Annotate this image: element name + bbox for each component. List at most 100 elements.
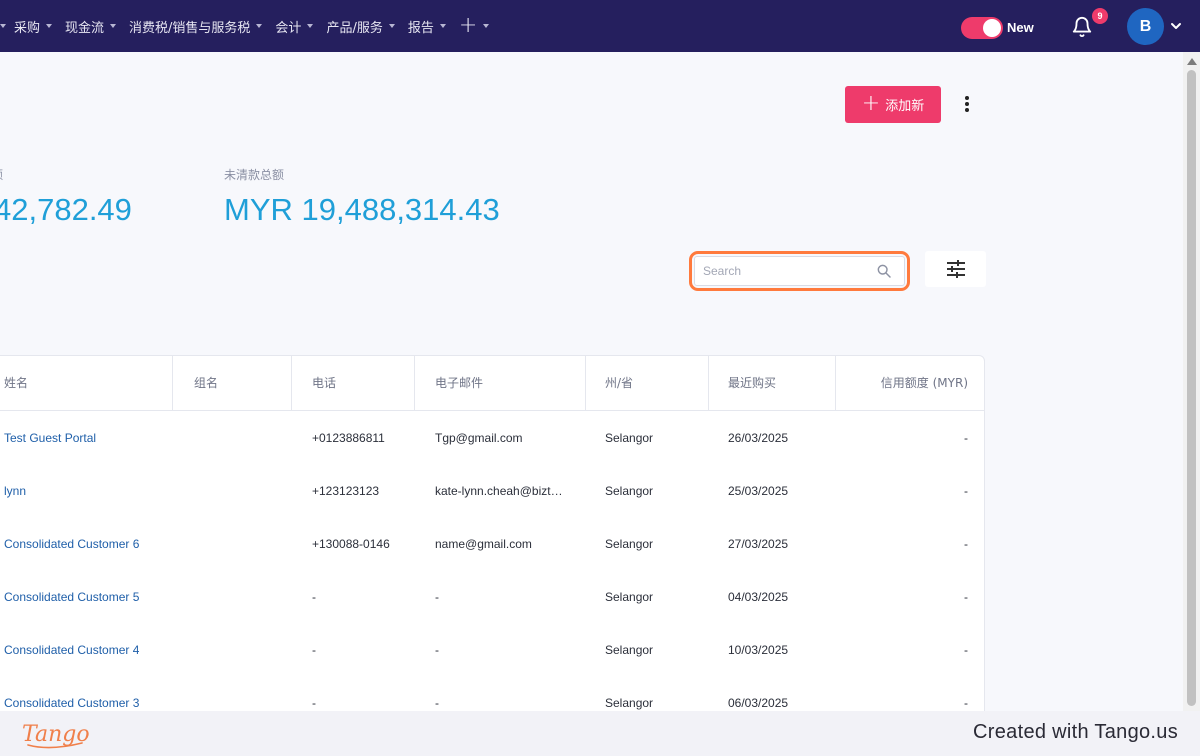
column-header-credit-limit[interactable]: 信用额度 (MYR) [851,356,968,411]
column-divider [708,356,709,411]
search-box[interactable] [694,256,905,286]
customer-name-link[interactable]: Consolidated Customer 6 [4,518,139,571]
nav-item-reports[interactable]: 报告 [402,0,453,52]
app-window: 采购 现金流 消费税/销售与服务税 会计 产品/服务 报告 + New 9 B … [0,0,1200,756]
nav-item-label: 会计 [275,20,302,36]
nav-item-label: 采购 [14,20,41,36]
phone-cell: +0123886811 [312,431,385,445]
search-icon[interactable] [876,263,892,279]
outstanding-total-amount: MYR 19,488,314.43 [224,192,500,227]
column-header-state[interactable]: 州/省 [605,356,633,411]
nav-item-label: 产品/服务 [326,20,383,36]
nav-item-label: 消费税/销售与服务税 [129,20,251,36]
sliders-icon [947,260,965,278]
outstanding-total-label: 未清款总额 [224,168,285,182]
state-cell: Selangor [605,537,654,551]
more-options-icon[interactable] [958,94,976,116]
email-cell: - [435,590,439,604]
chevron-down-icon[interactable] [0,24,6,28]
add-new-button[interactable]: + 添加新 [845,86,941,123]
user-avatar[interactable]: B [1127,8,1164,45]
last-purchase-cell: 10/03/2025 [728,643,789,657]
last-purchase-cell: 04/03/2025 [728,590,789,604]
nav-item-label: 现金流 [65,20,105,36]
state-cell: Selangor [605,643,654,657]
bell-icon[interactable] [1071,16,1093,38]
column-header-name[interactable]: 姓名 [4,356,28,411]
table-row[interactable]: lynn +123123123 kate-lynn.cheah@bizt… Se… [0,465,984,518]
chevron-down-icon [307,24,314,28]
last-purchase-cell: 26/03/2025 [728,431,789,445]
total-label-left: 额 [0,166,3,183]
plus-icon: + [458,13,478,38]
vertical-scrollbar[interactable] [1183,52,1200,712]
email-cell: name@gmail.com [435,537,532,551]
table-row[interactable]: Consolidated Customer 5 - - Selangor 04/… [0,571,984,624]
state-cell: Selangor [605,590,654,604]
chevron-down-icon [256,24,263,28]
nav-item-label: 报告 [407,20,434,36]
chevron-down-icon [483,24,490,28]
add-new-button-label: 添加新 [885,99,925,114]
tango-logo: Tango [22,722,90,749]
column-divider [414,356,415,411]
plus-icon: + [861,90,881,116]
nav-item-sst[interactable]: 消费税/销售与服务税 [123,0,269,52]
customer-name-link[interactable]: Test Guest Portal [4,412,96,465]
column-divider [835,356,836,411]
email-cell: kate-lynn.cheah@bizt… [435,484,563,498]
table-row[interactable]: Consolidated Customer 6 +130088-0146 nam… [0,518,984,571]
credit-limit-cell: - [964,484,968,498]
column-header-email[interactable]: 电子邮件 [435,356,483,411]
nav-item-more[interactable]: + [453,0,496,52]
last-purchase-cell: 27/03/2025 [728,537,789,551]
phone-cell: - [312,643,316,657]
toggle-knob [983,19,1001,37]
phone-cell: +123123123 [312,484,380,498]
column-header-phone[interactable]: 电话 [312,356,336,411]
column-divider [291,356,292,411]
customer-name-link[interactable]: Consolidated Customer 4 [4,624,139,677]
chevron-down-icon [388,24,395,28]
main-menu: 采购 现金流 消费税/销售与服务税 会计 产品/服务 报告 + [0,0,496,52]
table-header: 姓名 组名 电话 电子邮件 州/省 最近购买 信用额度 (MYR) [0,356,984,411]
customer-name-link[interactable]: lynn [4,465,26,518]
state-cell: Selangor [605,431,654,445]
column-divider [172,356,173,411]
column-divider [585,356,586,411]
nav-item-accounting[interactable]: 会计 [269,0,320,52]
column-header-last-purchase[interactable]: 最近购买 [728,356,776,411]
nav-item-products[interactable]: 产品/服务 [320,0,401,52]
state-cell: Selangor [605,484,654,498]
nav-item-purchases[interactable]: 采购 [8,0,59,52]
phone-cell: +130088-0146 [312,537,390,551]
column-header-group[interactable]: 组名 [194,356,218,411]
total-amount-left: 42,782.49 [0,192,132,227]
scrollbar-thumb[interactable] [1187,70,1196,706]
top-navigation-bar: 采购 现金流 消费税/销售与服务税 会计 产品/服务 报告 + New 9 B [0,0,1200,52]
credit-limit-cell: - [964,643,968,657]
new-ui-toggle[interactable] [961,17,1003,39]
tango-watermark-bar: Tango Created with Tango.us [0,711,1200,756]
filter-settings-button[interactable] [925,251,986,287]
scroll-up-arrow-icon[interactable] [1187,58,1197,65]
customer-name-link[interactable]: Consolidated Customer 5 [4,571,139,624]
nav-item-cashflow[interactable]: 现金流 [59,0,123,52]
email-cell: Tgp@gmail.com [435,431,523,445]
table-row[interactable]: Consolidated Customer 4 - - Selangor 10/… [0,624,984,677]
customer-table: 姓名 组名 电话 电子邮件 州/省 最近购买 信用额度 (MYR) Test G… [0,355,985,735]
credit-limit-cell: - [964,590,968,604]
table-row[interactable]: Test Guest Portal +0123886811 Tgp@gmail.… [0,412,984,465]
nav-right-controls: New 9 B [940,0,1200,52]
phone-cell: - [312,590,316,604]
chevron-down-icon[interactable] [1170,21,1182,31]
chevron-down-icon [46,24,53,28]
email-cell: - [435,643,439,657]
search-input[interactable] [703,257,863,285]
new-ui-toggle-label: New [1007,20,1034,35]
notification-badge: 9 [1092,8,1108,24]
credit-limit-cell: - [964,537,968,551]
chevron-down-icon [110,24,117,28]
chevron-down-icon [439,24,446,28]
last-purchase-cell: 25/03/2025 [728,484,789,498]
